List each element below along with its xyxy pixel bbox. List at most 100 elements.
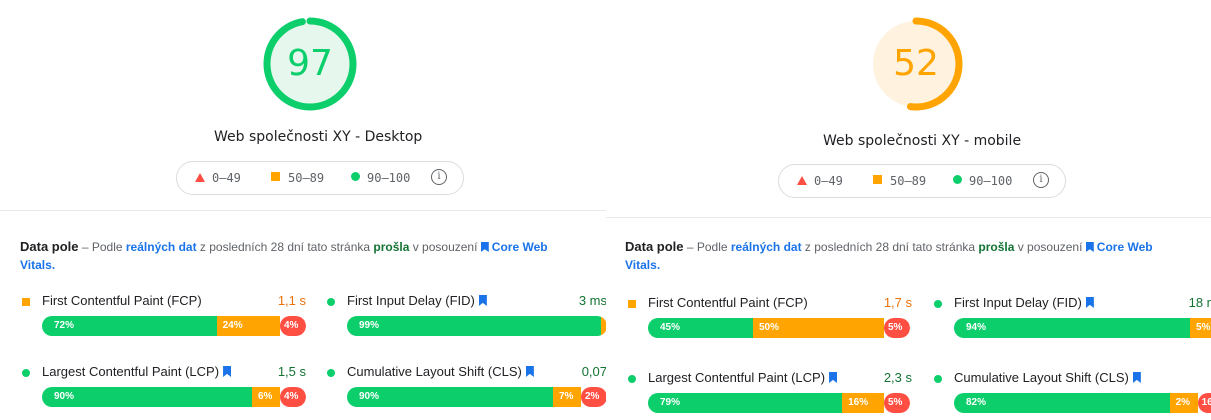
distribution-bar: 45% 50% 5% xyxy=(648,318,910,338)
distribution-bar: 82%2%16% xyxy=(954,393,1211,413)
summary-text: . xyxy=(51,258,56,272)
legend-average-label: 50–89 xyxy=(890,174,927,188)
data-pole-heading: Data pole xyxy=(625,239,684,254)
metric-name: Largest Contentful Paint (LCP) xyxy=(42,364,232,379)
bookmark-icon xyxy=(829,372,838,383)
poor-segment: 4% xyxy=(279,316,306,336)
bookmark-icon xyxy=(1085,242,1094,252)
score-value: 52 xyxy=(893,43,939,84)
metric-lcp: Largest Contentful Paint (LCP) 1,5 s 90% 6%… xyxy=(22,364,306,410)
poor-segment: 16% xyxy=(1197,393,1211,413)
good-circle-icon xyxy=(628,375,636,383)
average-segment: 50% xyxy=(753,318,884,338)
distribution-bar: 90% 7% 2% xyxy=(347,387,607,407)
bookmark-icon xyxy=(480,242,489,252)
summary-text: z posledních 28 dní tato stránka xyxy=(801,240,979,254)
good-circle-icon xyxy=(22,369,30,377)
metric-name: Cumulative Layout Shift (CLS) xyxy=(347,364,534,379)
metric-value: 1,7 s xyxy=(883,295,912,310)
data-pole-heading: Data pole xyxy=(20,239,79,254)
average-square-icon xyxy=(271,172,280,181)
real-data-link[interactable]: reálných dat xyxy=(731,240,802,254)
metric-name: Largest Contentful Paint (LCP) xyxy=(648,370,838,385)
score-gauge-desktop: 97 xyxy=(262,16,358,112)
real-data-link[interactable]: reálných dat xyxy=(126,240,197,254)
summary-text: . xyxy=(656,258,661,272)
good-segment: 45% xyxy=(648,318,753,338)
status-passed: prošla xyxy=(373,240,410,254)
metric-value: 1,1 s xyxy=(277,293,306,308)
summary-text: – Podle xyxy=(683,240,731,254)
good-segment: 82% xyxy=(954,393,1170,413)
mobile-report-panel: 52 Web společnosti XY - mobile 0–49 50–8… xyxy=(606,0,1211,420)
legend-poor-label: 0–49 xyxy=(814,174,843,188)
good-segment: 94% xyxy=(954,318,1190,338)
metric-cls: Cumulative Layout Shift (CLS)082%2%16% xyxy=(934,370,1211,416)
poor-segment: 4% xyxy=(280,387,306,407)
legend-good-label: 90–100 xyxy=(367,171,411,185)
summary-text: v posouzení xyxy=(409,240,481,254)
metric-lcp: Largest Contentful Paint (LCP) 2,3 s 79% 16… xyxy=(628,370,912,416)
metric-fid: First Input Delay (FID) 18 ms 94%5%1% xyxy=(934,295,1211,341)
poor-triangle-icon xyxy=(797,176,807,185)
distribution-bar: 94%5%1% xyxy=(954,318,1211,338)
metric-name: First Contentful Paint (FCP) xyxy=(42,293,202,308)
poor-segment: 5% xyxy=(883,393,910,413)
metric-value: 3 ms xyxy=(578,293,607,308)
site-title: Web společnosti XY - Desktop xyxy=(214,129,423,145)
legend-average-label: 50–89 xyxy=(288,171,325,185)
average-segment: 6% xyxy=(252,387,280,407)
metric-value: 18 ms xyxy=(1188,295,1211,310)
data-pole-summary: Data pole – Podle reálných dat z posledn… xyxy=(20,238,580,274)
good-segment: 72% xyxy=(42,316,217,336)
metric-value: 2,3 s xyxy=(883,370,912,385)
metric-fcp: First Contentful Paint (FCP) 1,1 s 72% 24% 4… xyxy=(22,293,306,339)
bookmark-icon xyxy=(1085,297,1094,308)
metric-fid: First Input Delay (FID) 3 ms 99% xyxy=(327,293,607,339)
poor-triangle-icon xyxy=(195,173,205,182)
legend-good-label: 90–100 xyxy=(969,174,1013,188)
distribution-bar: 72% 24% 4% xyxy=(42,316,306,336)
metric-value: 1,5 s xyxy=(277,364,306,379)
score-legend: 0–49 50–89 90–100 i xyxy=(778,164,1066,198)
good-circle-icon xyxy=(327,298,335,306)
average-square-icon xyxy=(873,175,882,184)
average-segment: 16% xyxy=(842,393,884,413)
metric-name: First Input Delay (FID) xyxy=(347,293,487,308)
metric-name: First Input Delay (FID) xyxy=(954,295,1094,310)
average-square-icon xyxy=(22,298,30,306)
info-icon[interactable]: i xyxy=(431,169,447,185)
average-segment: 24% xyxy=(216,316,280,336)
summary-text: – Podle xyxy=(78,240,126,254)
good-segment: 90% xyxy=(347,387,553,407)
bookmark-icon xyxy=(1132,372,1141,383)
good-circle-icon xyxy=(934,375,942,383)
distribution-bar: 99% xyxy=(347,316,607,336)
good-circle-icon xyxy=(953,175,962,184)
summary-text: v posouzení xyxy=(1014,240,1086,254)
metric-fcp: First Contentful Paint (FCP) 1,7 s 45% 50% 5… xyxy=(628,295,912,341)
good-segment: 79% xyxy=(648,393,843,413)
good-circle-icon xyxy=(934,300,942,308)
good-circle-icon xyxy=(351,172,360,181)
poor-segment: 5% xyxy=(884,318,910,338)
legend-poor-label: 0–49 xyxy=(212,171,241,185)
divider xyxy=(606,217,1211,218)
metric-cls: Cumulative Layout Shift (CLS) 0,07 90% 7% 2% xyxy=(327,364,607,410)
average-square-icon xyxy=(628,300,636,308)
score-legend: 0–49 50–89 90–100 i xyxy=(176,161,464,195)
desktop-report-panel: 97 Web společnosti XY - Desktop 0–49 50–… xyxy=(0,0,618,420)
average-segment: 7% xyxy=(553,387,581,407)
metric-name: Cumulative Layout Shift (CLS) xyxy=(954,370,1141,385)
average-segment: 2% xyxy=(1169,393,1198,413)
good-circle-icon xyxy=(327,369,335,377)
bookmark-icon xyxy=(223,366,232,377)
data-pole-summary: Data pole – Podle reálných dat z posledn… xyxy=(625,238,1185,274)
metric-value: 0,07 xyxy=(581,364,607,379)
distribution-bar: 90% 6% 4% xyxy=(42,387,306,407)
poor-segment: 2% xyxy=(581,387,607,407)
summary-text: z posledních 28 dní tato stránka xyxy=(196,240,374,254)
site-title: Web společnosti XY - mobile xyxy=(823,133,1022,149)
info-icon[interactable]: i xyxy=(1033,172,1049,188)
divider xyxy=(0,210,606,211)
